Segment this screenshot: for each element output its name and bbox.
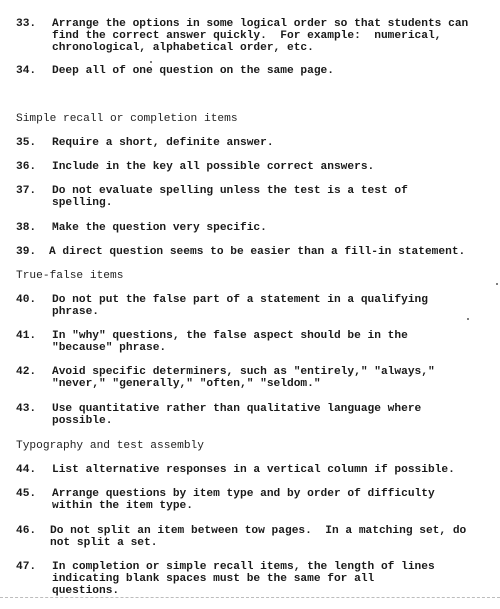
item-number: 35.	[16, 137, 37, 149]
item-text: Arrange the options in some logical orde…	[52, 18, 469, 54]
section-heading-simple-recall: Simple recall or completion items	[16, 113, 238, 125]
document-page: 33. Arrange the options in some logical …	[0, 0, 500, 604]
item-text: Deep all of one question on the same pag…	[52, 65, 334, 77]
item-text: In completion or simple recall items, th…	[52, 561, 435, 597]
list-item-47: 47. In completion or simple recall items…	[16, 561, 496, 609]
item-number: 47.	[16, 561, 37, 573]
section-heading-true-false: True-false items	[16, 270, 124, 282]
item-number: 36.	[16, 161, 37, 173]
item-number: 34.	[16, 65, 37, 77]
scan-speck	[496, 283, 498, 285]
list-item-33: 33. Arrange the options in some logical …	[16, 18, 496, 66]
item-number: 43.	[16, 403, 37, 415]
item-text: In "why" questions, the false aspect sho…	[52, 330, 408, 354]
item-number: 38.	[16, 222, 37, 234]
item-text: Make the question very specific.	[52, 222, 267, 234]
item-number: 40.	[16, 294, 37, 306]
item-number: 33.	[16, 18, 37, 30]
item-number: 41.	[16, 330, 37, 342]
list-item-34: 34. Deep all of one question on the same…	[16, 65, 496, 113]
page-edge-divider	[0, 597, 500, 598]
item-text: Include in the key all possible correct …	[52, 161, 375, 173]
item-number: 45.	[16, 488, 37, 500]
item-text: Do not split an item between tow pages. …	[50, 525, 467, 549]
item-text: A direct question seems to be easier tha…	[49, 246, 466, 258]
item-number: 42.	[16, 366, 37, 378]
item-text: Use quantitative rather than qualitative…	[52, 403, 422, 427]
item-number: 44.	[16, 464, 37, 476]
scan-speck	[150, 61, 152, 63]
scan-speck	[467, 318, 469, 320]
item-text: Do not put the false part of a statement…	[52, 294, 428, 318]
item-number: 46.	[16, 525, 37, 537]
item-number: 37.	[16, 185, 37, 197]
item-text: Require a short, definite answer.	[52, 137, 274, 149]
item-text: Do not evaluate spelling unless the test…	[52, 185, 408, 209]
item-number: 39.	[16, 246, 37, 258]
section-heading-typography: Typography and test assembly	[16, 440, 204, 452]
item-text: List alternative responses in a vertical…	[52, 464, 455, 476]
item-text: Arrange questions by item type and by or…	[52, 488, 435, 512]
item-text: Avoid specific determiners, such as "ent…	[52, 366, 435, 390]
